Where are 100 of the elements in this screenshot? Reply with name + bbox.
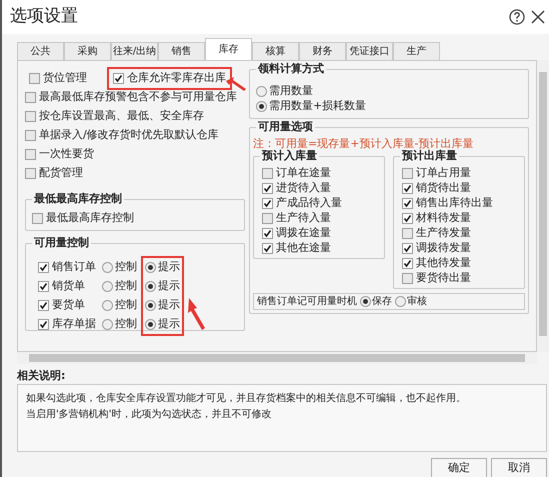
option-label: 提示: [158, 259, 180, 276]
vertical-scrollbar[interactable]: [537, 60, 549, 352]
horizontal-scrollbar[interactable]: [17, 352, 537, 364]
checkbox[interactable]: [402, 243, 413, 254]
tab[interactable]: 库存: [205, 38, 252, 60]
checkbox[interactable]: [25, 130, 36, 141]
tab[interactable]: 往来/出纳: [111, 42, 158, 60]
checkbox[interactable]: [262, 168, 273, 179]
formula-note: 注：可用量=现存量+预计入库量-预计出库量: [253, 136, 474, 150]
option-label: 按仓库设置最高、最低、安全库存: [39, 108, 204, 124]
checkbox[interactable]: [402, 168, 413, 179]
tab[interactable]: 生产: [393, 42, 440, 60]
option-label: 进货待入量: [276, 180, 331, 196]
option-label: 销售出库待出量: [416, 195, 493, 212]
option-label: 生产待入量: [276, 210, 331, 226]
radio-button[interactable]: [102, 281, 113, 292]
arrow-icon: [226, 77, 246, 92]
checkbox[interactable]: [402, 273, 413, 284]
checkbox[interactable]: [262, 243, 273, 254]
checkbox[interactable]: [38, 300, 49, 311]
checkbox[interactable]: [29, 73, 40, 84]
option-label: 调拨待发量: [416, 240, 471, 256]
option-label: 要货待出量: [416, 270, 471, 286]
radio-button[interactable]: [102, 300, 113, 311]
checkbox[interactable]: [38, 281, 49, 292]
option-label: 提示: [158, 316, 180, 332]
radio-button[interactable]: [256, 86, 267, 97]
option-label: 销货待出量: [416, 180, 471, 196]
checkbox[interactable]: [25, 111, 36, 122]
tab[interactable]: 核算: [252, 42, 299, 60]
tab[interactable]: 财务: [299, 42, 346, 60]
option-label: 销售订单: [52, 259, 96, 276]
close-icon[interactable]: [531, 10, 545, 24]
option-label: 其他待发量: [416, 255, 471, 272]
radio-button[interactable]: [360, 296, 371, 307]
checkbox[interactable]: [262, 213, 273, 224]
description-text: 如果勾选此项，仓库安全库存设置功能才可见，并且存货档案中的相关信息不可编辑，也不起作用。: [26, 392, 467, 406]
option-label: 控制: [115, 316, 137, 332]
group-title: 预计出库量: [400, 149, 459, 163]
checkbox[interactable]: [25, 168, 36, 179]
help-icon[interactable]: [509, 9, 525, 25]
radio-button[interactable]: [145, 262, 156, 273]
tab[interactable]: 凭证接口: [346, 42, 393, 60]
radio-button[interactable]: [145, 300, 156, 311]
option-label: 要货单: [52, 297, 85, 314]
option-label: 需用数量+损耗数量: [269, 98, 366, 114]
option-label: 提示: [158, 297, 180, 314]
radio-button[interactable]: [102, 319, 113, 330]
tab[interactable]: 公共: [17, 42, 64, 60]
checkbox[interactable]: [402, 213, 413, 224]
radio-button[interactable]: [145, 281, 156, 292]
group-title: 领料计算方式: [256, 62, 326, 76]
option-label: 单据录入/修改存货时优先取默认仓库: [39, 127, 219, 144]
arrow-icon: [188, 298, 205, 330]
radio-button[interactable]: [102, 262, 113, 273]
option-label: 配货管理: [39, 165, 83, 182]
checkbox[interactable]: [402, 228, 413, 239]
tab[interactable]: 销售: [158, 42, 205, 60]
checkbox[interactable]: [25, 149, 36, 160]
option-label: 产成品待入量: [276, 195, 342, 212]
radio-button[interactable]: [395, 296, 406, 307]
checkbox[interactable]: [38, 319, 49, 330]
checkbox[interactable]: [262, 198, 273, 209]
section-title: 相关说明:: [17, 368, 66, 382]
checkbox[interactable]: [262, 183, 273, 194]
window-title: 选项设置: [10, 5, 78, 28]
dialog-button[interactable]: 确定: [431, 458, 487, 477]
tab[interactable]: 采购: [64, 42, 111, 60]
description-text: 当启用'多营销机构'时，此项为勾选状态，并且不可修改: [26, 408, 272, 422]
option-label: 库存单据: [52, 316, 96, 332]
option-label: 保存: [372, 295, 392, 309]
option-label: 调拨在途量: [276, 225, 331, 242]
checkbox[interactable]: [402, 183, 413, 194]
option-label: 最低最高库存控制: [46, 210, 134, 226]
checkbox[interactable]: [25, 92, 36, 103]
option-label: 控制: [115, 259, 137, 276]
option-label: 订单占用量: [416, 165, 471, 182]
option-label: 订单在途量: [276, 165, 331, 182]
option-label: 审核: [407, 294, 427, 309]
checkbox[interactable]: [32, 213, 43, 224]
radio-button[interactable]: [256, 101, 267, 112]
option-label: 提示: [158, 278, 180, 294]
checkbox[interactable]: [113, 73, 124, 84]
option-label: 销货单: [52, 278, 85, 294]
option-label: 其他在途量: [276, 240, 331, 256]
option-label: 需用数量: [269, 83, 313, 100]
option-label: 一次性要货: [39, 146, 94, 162]
group-title: 可用量控制: [32, 236, 91, 250]
group-title: 最低最高库存控制: [32, 192, 124, 206]
option-label: 销售订单记可用量时机: [257, 294, 357, 309]
checkbox[interactable]: [402, 258, 413, 269]
option-label: 最高最低库存预警包含不参与可用量仓库: [39, 89, 237, 106]
dialog-button[interactable]: 取消: [491, 458, 547, 477]
option-label: 控制: [115, 297, 137, 314]
option-label: 货位管理: [43, 70, 87, 86]
option-label: 仓库允许零库存出库: [127, 70, 226, 86]
radio-button[interactable]: [145, 319, 156, 330]
checkbox[interactable]: [402, 198, 413, 209]
checkbox[interactable]: [262, 228, 273, 239]
checkbox[interactable]: [38, 262, 49, 273]
